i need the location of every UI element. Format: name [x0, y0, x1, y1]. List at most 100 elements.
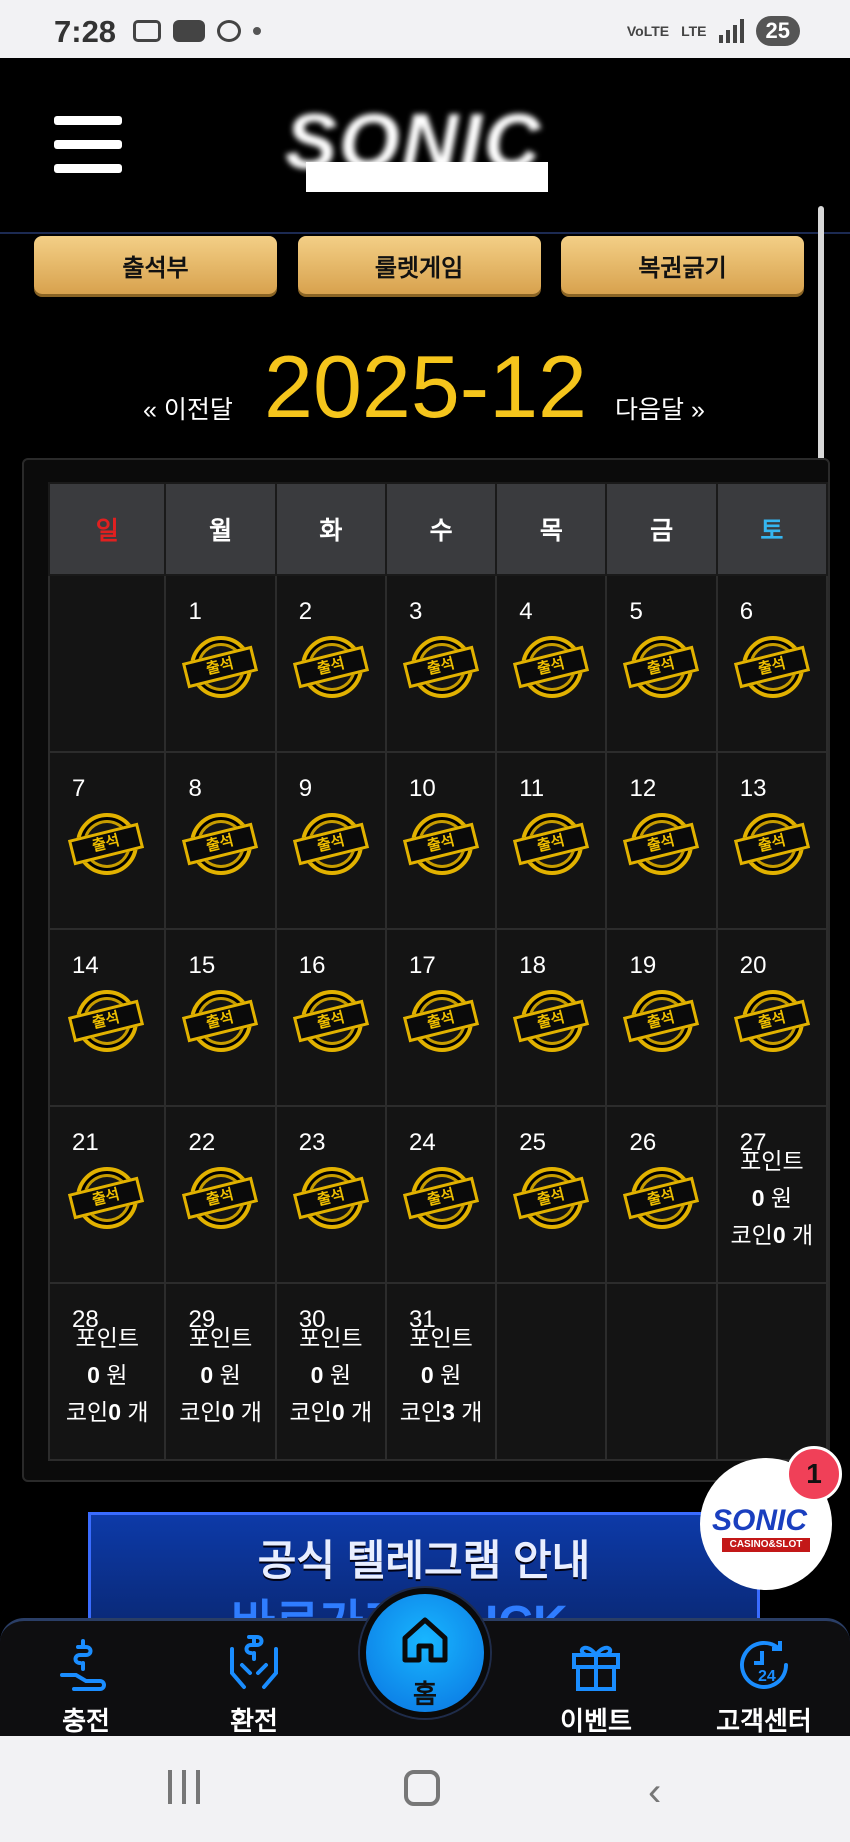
floating-brand-sub: CASINO&SLOT	[722, 1538, 810, 1552]
day-number: 22	[188, 1129, 216, 1156]
points-label: 포인트	[188, 1325, 253, 1351]
points-value: 0	[87, 1362, 100, 1388]
coffee-icon	[217, 20, 241, 42]
nav-home[interactable]: 홈	[360, 1588, 490, 1718]
scratch-lottery-button[interactable]: 복권긁기	[561, 236, 804, 294]
attendance-stamp-icon: 출석	[513, 990, 590, 1052]
attendance-stamp-icon: 출석	[182, 813, 259, 875]
points-value: 0	[310, 1362, 324, 1388]
calendar-day-cell: 11 출석	[495, 751, 608, 930]
weekday-sat: 토	[715, 482, 829, 576]
day-number: 1	[188, 598, 202, 625]
coin-value: 0	[772, 1222, 786, 1248]
day-summary: 포인트 0 원 코인3 개	[387, 1320, 495, 1431]
screenshot-icon	[133, 20, 161, 42]
calendar-table: 일 월 화 수 목 금 토 1 출석 2 출석 3 출석 4 출석 5 출석 6 출석 7 출석 8 출석 9 출…	[47, 482, 829, 1461]
calendar-empty-cell	[495, 1282, 608, 1461]
calendar-day-cell: 7 출석	[47, 751, 167, 930]
youtube-icon	[173, 20, 205, 42]
calendar-day-cell: 19 출석	[605, 928, 718, 1107]
prev-month-link[interactable]: « 이전달	[143, 390, 233, 426]
attendance-stamp-icon: 출석	[182, 636, 259, 698]
status-time: 7:28	[54, 14, 117, 49]
day-number: 11	[519, 775, 545, 802]
calendar-day-cell: 4 출석	[495, 574, 608, 753]
calendar-day-cell: 20 출석	[715, 928, 829, 1107]
day-number: 8	[188, 775, 202, 802]
calendar-day-cell: 12 출석	[605, 751, 718, 930]
day-number: 9	[298, 775, 313, 802]
points-unit: 원	[440, 1362, 462, 1388]
calendar-day-cell: 13 출석	[715, 751, 829, 930]
coin-label: 코인	[730, 1222, 773, 1248]
attendance-stamp-icon: 출석	[623, 990, 700, 1052]
coin-value: 0	[331, 1399, 345, 1425]
day-number: 24	[408, 1129, 436, 1156]
attendance-button[interactable]: 출석부	[34, 236, 277, 294]
calendar-day-cell: 3 출석	[384, 574, 498, 753]
coin-unit: 개	[240, 1399, 262, 1425]
nav-support[interactable]: 24 고객센터	[694, 1621, 834, 1739]
roulette-button[interactable]: 룰렛게임	[297, 236, 541, 294]
calendar-week-row: 28 포인트 0 원 코인0 개 29 포인트 0 원 코인0 개 30 포인트 0 원 코인0 개3…	[47, 1282, 829, 1461]
calendar-day-cell: 9 출석	[274, 751, 387, 930]
day-number: 25	[519, 1129, 546, 1156]
current-month: 2025-12	[264, 337, 587, 436]
coin-label: 코인	[399, 1399, 443, 1425]
attendance-stamp-icon: 출석	[623, 813, 700, 875]
day-number: 21	[72, 1129, 99, 1156]
points-unit: 원	[770, 1185, 793, 1211]
month-navigation: « 이전달 2025-12 다음달 »	[0, 336, 850, 436]
day-number: 26	[629, 1129, 657, 1156]
banner-title: 공식 텔레그램 안내	[257, 1537, 591, 1584]
top-button-bar: 출석부 룰렛게임 복권긁기	[34, 236, 804, 294]
nav-charge[interactable]: 충전	[16, 1621, 156, 1739]
weekday-sun: 일	[47, 482, 167, 576]
support-24h-icon: 24	[740, 1640, 788, 1689]
calendar-day-cell: 21 출석	[47, 1105, 167, 1284]
weekday-wed: 수	[384, 482, 498, 576]
calendar-day-cell: 29 포인트 0 원 코인0 개	[164, 1282, 277, 1461]
calendar-day-cell: 1 출석	[164, 574, 277, 753]
day-number: 13	[739, 775, 767, 802]
day-number: 2	[298, 598, 313, 625]
weekday-tue: 화	[274, 482, 387, 576]
logo-redaction	[306, 162, 548, 192]
site-header: SONIC	[0, 58, 850, 234]
nav-exchange[interactable]: 환전	[184, 1621, 324, 1739]
day-number: 14	[72, 952, 99, 979]
calendar-week-row: 14 출석 15 출석 16 출석 17 출석 18 출석 19 출석 20 출석	[47, 928, 829, 1107]
calendar-day-cell: 24 출석	[384, 1105, 498, 1284]
calendar-day-cell: 8 출석	[164, 751, 277, 930]
attendance-stamp-icon: 출석	[623, 1167, 700, 1229]
menu-icon[interactable]	[54, 116, 122, 174]
charge-icon	[60, 1639, 106, 1691]
attendance-stamp-icon: 출석	[733, 990, 810, 1052]
coin-unit: 개	[351, 1399, 373, 1425]
points-label: 포인트	[409, 1325, 473, 1351]
points-label: 포인트	[740, 1148, 804, 1174]
coin-unit: 개	[792, 1222, 814, 1248]
points-unit: 원	[106, 1362, 128, 1388]
attendance-stamp-icon: 출석	[402, 1167, 480, 1229]
nav-event[interactable]: 이벤트	[526, 1621, 666, 1739]
points-unit: 원	[329, 1362, 352, 1388]
weekday-header-row: 일 월 화 수 목 금 토	[47, 482, 829, 576]
day-number: 19	[629, 952, 657, 979]
weekday-thu: 목	[495, 482, 608, 576]
attendance-stamp-icon: 출석	[513, 1167, 590, 1229]
day-number: 17	[408, 952, 436, 979]
attendance-stamp-icon: 출석	[733, 813, 810, 875]
system-home-icon[interactable]	[404, 1770, 440, 1806]
status-bar: 7:28 VoLTE LTE 25	[0, 0, 850, 58]
weekday-fri: 금	[605, 482, 718, 576]
calendar-empty-cell	[47, 574, 167, 753]
day-number: 4	[519, 598, 533, 625]
exchange-icon	[230, 1635, 278, 1689]
back-icon[interactable]: ‹	[648, 1770, 661, 1815]
calendar-day-cell: 10 출석	[384, 751, 498, 930]
next-month-link[interactable]: 다음달 »	[615, 390, 705, 426]
calendar-day-cell: 2 출석	[274, 574, 387, 753]
recent-apps-icon[interactable]	[168, 1770, 200, 1804]
attendance-stamp-icon: 출석	[67, 1167, 145, 1229]
